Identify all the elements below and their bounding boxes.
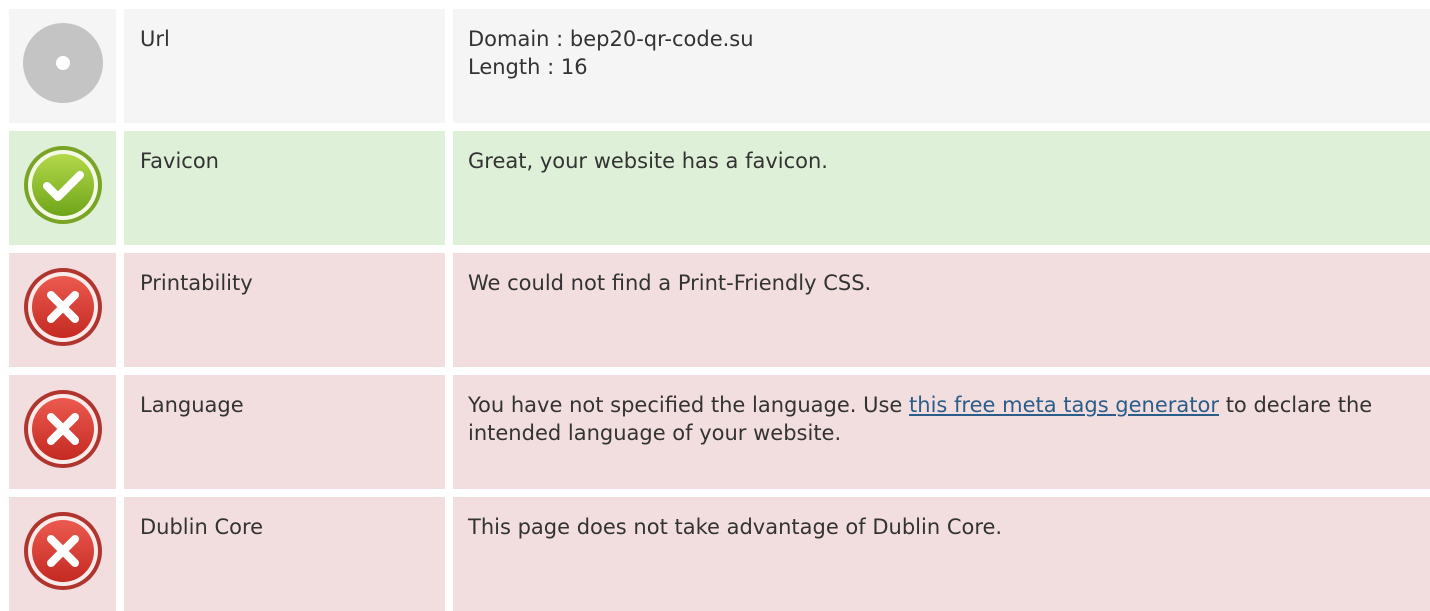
- meta-tags-generator-link[interactable]: this free meta tags generator: [909, 393, 1219, 417]
- printability-result-text: We could not find a Print-Friendly CSS.: [468, 271, 872, 295]
- check-description: Great, your website has a favicon.: [453, 131, 1430, 245]
- check-label: Dublin Core: [124, 497, 445, 611]
- neutral-dot-icon: [22, 23, 103, 103]
- check-description: This page does not take advantage of Dub…: [453, 497, 1430, 611]
- favicon-result-text: Great, your website has a favicon.: [468, 149, 828, 173]
- x-circle-icon: [23, 268, 102, 346]
- check-description: Domain : bep20-qr-code.su Length : 16: [453, 9, 1430, 123]
- status-cell: [9, 375, 116, 489]
- check-label: Language: [124, 375, 445, 489]
- check-description: We could not find a Print-Friendly CSS.: [453, 253, 1430, 367]
- check-row-url: Url Domain : bep20-qr-code.su Length : 1…: [9, 9, 1430, 123]
- x-circle-icon: [23, 512, 102, 590]
- domain-text: Domain : bep20-qr-code.su: [468, 27, 754, 51]
- status-cell: [9, 9, 116, 123]
- check-label: Printability: [124, 253, 445, 367]
- status-cell: [9, 497, 116, 611]
- check-circle-icon: [23, 146, 102, 224]
- length-text: Length : 16: [468, 55, 588, 79]
- check-description: You have not specified the language. Use…: [453, 375, 1430, 489]
- check-label: Url: [124, 9, 445, 123]
- seo-check-table: Url Domain : bep20-qr-code.su Length : 1…: [9, 9, 1430, 611]
- dublin-core-result-text: This page does not take advantage of Dub…: [468, 515, 1003, 539]
- check-row-dublin-core: Dublin Core This page does not take adva…: [9, 497, 1430, 611]
- x-circle-icon: [23, 390, 102, 468]
- check-row-printability: Printability We could not find a Print-F…: [9, 253, 1430, 367]
- status-cell: [9, 253, 116, 367]
- check-row-language: Language You have not specified the lang…: [9, 375, 1430, 489]
- status-cell: [9, 131, 116, 245]
- language-text-before: You have not specified the language. Use: [468, 393, 910, 417]
- check-label: Favicon: [124, 131, 445, 245]
- check-row-favicon: Favicon Great, your website has a favico…: [9, 131, 1430, 245]
